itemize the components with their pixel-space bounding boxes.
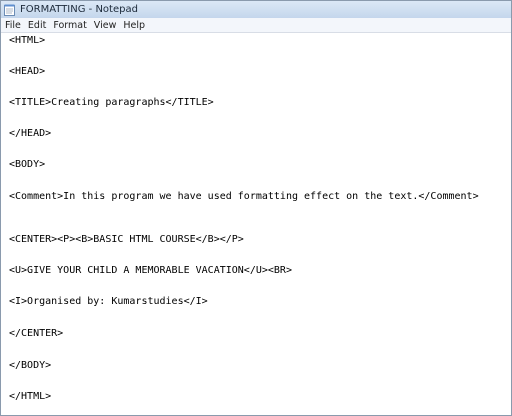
notepad-icon <box>4 4 15 16</box>
code-line-title: <TITLE>Creating paragraphs</TITLE> <box>9 97 214 108</box>
code-line-underline: <U>GIVE YOUR CHILD A MEMORABLE VACATION<… <box>9 265 292 276</box>
window-title: FORMATTING - Notepad <box>20 4 138 15</box>
menu-file[interactable]: File <box>5 20 21 31</box>
code-line-html-open: <HTML> <box>9 35 46 46</box>
code-line-head-close: </HEAD> <box>9 128 52 139</box>
menu-edit[interactable]: Edit <box>28 20 46 31</box>
menu-help[interactable]: Help <box>123 20 145 31</box>
code-line-head-open: <HEAD> <box>9 66 46 77</box>
notepad-window: FORMATTING - Notepad File Edit Format Vi… <box>0 0 512 416</box>
code-line-comment: <Comment>In this program we have used fo… <box>9 191 479 202</box>
title-bar[interactable]: FORMATTING - Notepad <box>1 1 511 18</box>
code-line-body-close: </BODY> <box>9 360 52 371</box>
code-line-center-close: </CENTER> <box>9 328 64 339</box>
code-line-body-open: <BODY> <box>9 159 46 170</box>
text-editor[interactable]: <HTML> <HEAD> <TITLE>Creating paragraphs… <box>1 33 511 415</box>
code-line-italic: <I>Organised by: Kumarstudies</I> <box>9 296 208 307</box>
menu-view[interactable]: View <box>94 20 117 31</box>
menu-format[interactable]: Format <box>53 20 86 31</box>
code-line-center-heading: <CENTER><P><B>BASIC HTML COURSE</B></P> <box>9 234 244 245</box>
menu-bar: File Edit Format View Help <box>1 18 511 33</box>
code-line-html-close: </HTML> <box>9 391 52 402</box>
